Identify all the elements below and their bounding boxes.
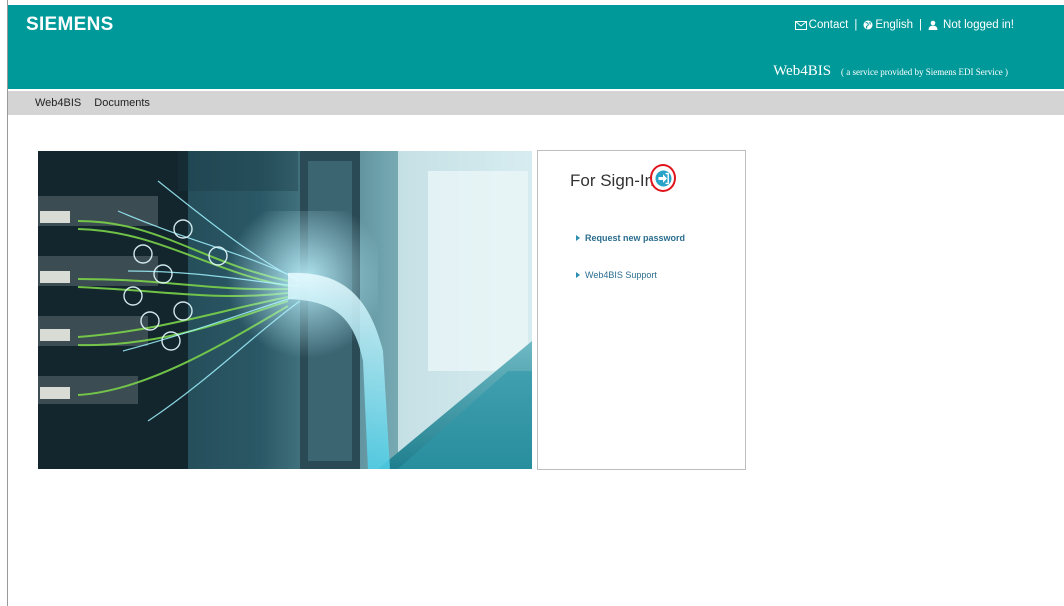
chevron-right-icon [576, 235, 580, 241]
web4bis-support-link[interactable]: Web4BIS Support [576, 270, 657, 280]
sign-in-button[interactable] [650, 164, 676, 192]
sign-in-panel: For Sign-In Request new password Web4BIS… [537, 150, 746, 470]
service-name: Web4BIS [773, 63, 832, 79]
sign-in-icon [655, 170, 671, 186]
globe-icon [863, 20, 873, 30]
nav-item-documents[interactable]: Documents [94, 97, 150, 109]
link-label: Web4BIS Support [585, 270, 657, 280]
panel-title: For Sign-In [570, 171, 655, 190]
header-bar: SIEMENS Contact | English | Not logged i [8, 5, 1064, 89]
chevron-right-icon [576, 272, 580, 278]
user-icon [928, 20, 938, 30]
link-label: Request new password [585, 233, 686, 243]
separator: | [919, 19, 923, 31]
siemens-logo[interactable]: SIEMENS [26, 14, 114, 36]
login-status-label: Not logged in! [943, 19, 1014, 31]
login-status-link[interactable]: Not logged in! [928, 19, 1014, 31]
envelope-icon [794, 20, 807, 30]
datacenter-illustration [38, 151, 532, 469]
contact-link[interactable]: Contact [794, 19, 849, 31]
contact-label: Contact [808, 19, 849, 31]
top-links: Contact | English | Not logged in! [794, 19, 1014, 31]
separator: | [854, 19, 858, 31]
main-nav: Web4BIS Documents [8, 91, 1064, 115]
nav-item-web4bis[interactable]: Web4BIS [35, 97, 81, 109]
request-new-password-link[interactable]: Request new password [576, 233, 685, 243]
service-subtitle: ( a service provided by Siemens EDI Serv… [841, 67, 1008, 77]
language-label: English [875, 19, 914, 31]
service-title: Web4BIS ( a service provided by Siemens … [773, 62, 1008, 80]
hero-image [38, 151, 532, 469]
language-link[interactable]: English [863, 19, 913, 31]
